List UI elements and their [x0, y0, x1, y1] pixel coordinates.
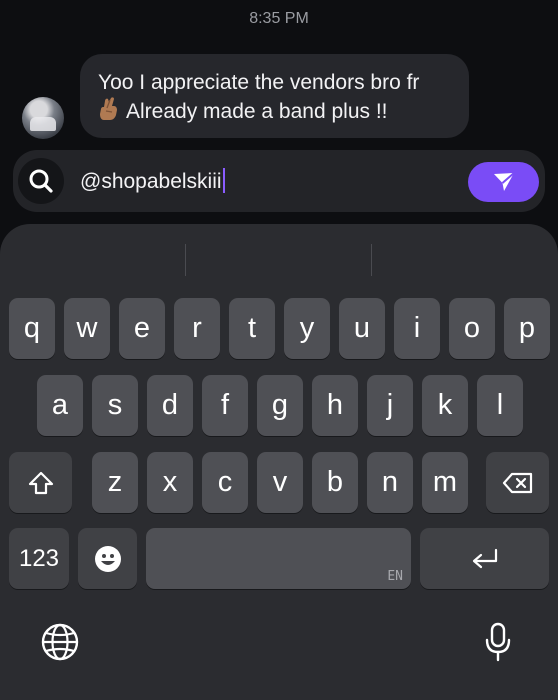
key-h[interactable]: h: [312, 375, 358, 436]
key-c[interactable]: c: [202, 452, 248, 513]
return-key[interactable]: [420, 528, 549, 589]
key-v[interactable]: v: [257, 452, 303, 513]
message-input-value: @shopabelskiii: [80, 170, 222, 193]
emoji-key[interactable]: [78, 528, 137, 589]
numbers-key[interactable]: 123: [9, 528, 69, 589]
send-icon: [493, 172, 515, 191]
key-y[interactable]: y: [284, 298, 330, 359]
suggestion-divider: [185, 244, 186, 276]
key-z[interactable]: z: [92, 452, 138, 513]
space-key[interactable]: EN: [146, 528, 411, 589]
language-hint: EN: [387, 569, 403, 584]
globe-icon: [41, 623, 79, 661]
backspace-key[interactable]: [486, 452, 549, 513]
key-w[interactable]: w: [64, 298, 110, 359]
message-composer: @shopabelskiii: [13, 150, 545, 212]
key-q[interactable]: q: [9, 298, 55, 359]
key-p[interactable]: p: [504, 298, 550, 359]
keyboard: q w e r t y u i o p a s d f g h j k l z …: [0, 224, 558, 700]
shift-key[interactable]: [9, 452, 72, 513]
key-u[interactable]: u: [339, 298, 385, 359]
dictation-button[interactable]: [476, 618, 520, 666]
message-line-1: Yoo I appreciate the vendors bro fr: [98, 71, 420, 94]
key-f[interactable]: f: [202, 375, 248, 436]
key-i[interactable]: i: [394, 298, 440, 359]
crossed-fingers-emoji-icon: [100, 97, 117, 120]
key-s[interactable]: s: [92, 375, 138, 436]
key-l[interactable]: l: [477, 375, 523, 436]
send-button[interactable]: [468, 162, 539, 202]
search-icon: [29, 169, 53, 193]
key-n[interactable]: n: [367, 452, 413, 513]
key-a[interactable]: a: [37, 375, 83, 436]
search-button[interactable]: [18, 158, 64, 204]
key-b[interactable]: b: [312, 452, 358, 513]
suggestion-divider: [371, 244, 372, 276]
timestamp: 8:35 PM: [249, 10, 309, 27]
key-d[interactable]: d: [147, 375, 193, 436]
return-icon: [472, 548, 497, 568]
key-j[interactable]: j: [367, 375, 413, 436]
text-caret: [222, 168, 225, 193]
key-t[interactable]: t: [229, 298, 275, 359]
globe-button[interactable]: [38, 620, 82, 664]
message-line-2: Already made a band plus !!: [126, 100, 388, 123]
microphone-icon: [485, 622, 511, 662]
shift-icon: [28, 471, 53, 494]
key-o[interactable]: o: [449, 298, 495, 359]
message-bubble[interactable]: Yoo I appreciate the vendors bro fr Alre…: [80, 54, 469, 138]
avatar[interactable]: [22, 97, 64, 139]
key-g[interactable]: g: [257, 375, 303, 436]
message-input[interactable]: @shopabelskiii: [80, 168, 225, 194]
key-m[interactable]: m: [422, 452, 468, 513]
key-k[interactable]: k: [422, 375, 468, 436]
key-e[interactable]: e: [119, 298, 165, 359]
key-r[interactable]: r: [174, 298, 220, 359]
key-x[interactable]: x: [147, 452, 193, 513]
backspace-icon: [502, 472, 532, 493]
emoji-icon: [94, 545, 121, 572]
